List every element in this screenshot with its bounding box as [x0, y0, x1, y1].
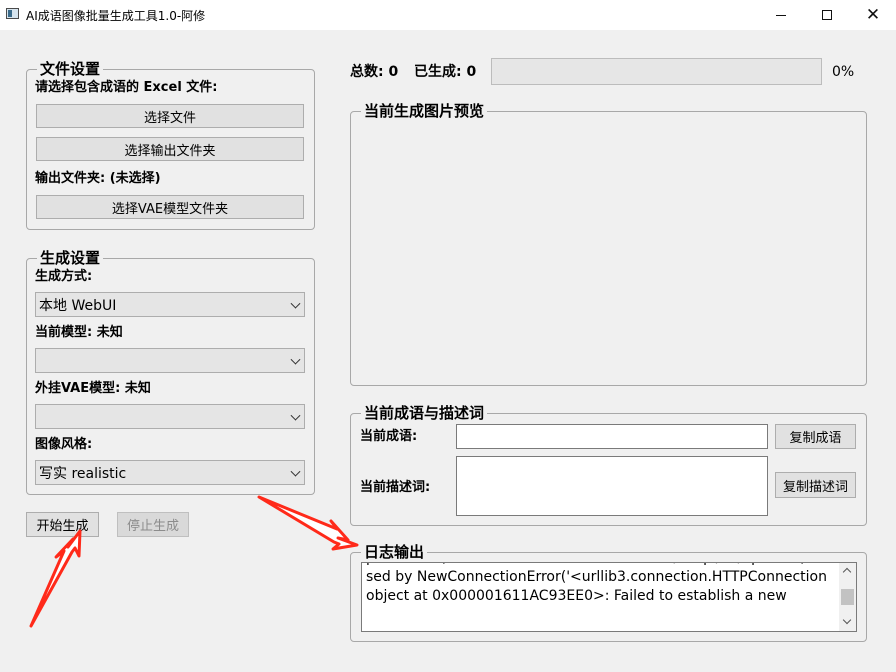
- vae-select[interactable]: [35, 404, 305, 429]
- minimize-icon: [776, 14, 786, 16]
- log-text: port=7860): Max retries exceeded with ur…: [366, 563, 831, 604]
- image-style-select[interactable]: 写实 realistic: [35, 460, 305, 485]
- annotation-arrow-start: [29, 529, 82, 628]
- scroll-down-icon[interactable]: [842, 615, 852, 625]
- progress-percent: 0%: [832, 64, 855, 80]
- maximize-icon: [822, 10, 832, 20]
- select-vae-folder-button[interactable]: 选择VAE模型文件夹: [36, 195, 304, 219]
- minimize-button[interactable]: [758, 0, 804, 30]
- gen-method-label: 生成方式:: [35, 269, 93, 284]
- gen-settings-title: 生成设置: [37, 248, 104, 268]
- select-excel-label: 请选择包含成语的 Excel 文件:: [35, 80, 218, 95]
- vae-model-label: 外挂VAE模型: 未知: [35, 381, 151, 396]
- current-model-label: 当前模型: 未知: [35, 325, 123, 340]
- gen-method-select[interactable]: 本地 WebUI: [35, 292, 305, 317]
- chevron-down-icon: [290, 298, 301, 309]
- close-button[interactable]: ✕: [850, 0, 896, 30]
- select-output-folder-button[interactable]: 选择输出文件夹: [36, 137, 304, 161]
- preview-group: 当前生成图片预览: [350, 101, 867, 386]
- select-file-button[interactable]: 选择文件: [36, 104, 304, 128]
- model-select[interactable]: [35, 348, 305, 373]
- log-scrollbar[interactable]: [839, 563, 856, 631]
- scroll-up-icon[interactable]: [842, 567, 852, 577]
- maximize-button[interactable]: [804, 0, 850, 30]
- file-settings-title: 文件设置: [37, 59, 104, 79]
- preview-title: 当前生成图片预览: [361, 101, 488, 121]
- scroll-thumb[interactable]: [841, 589, 854, 605]
- generated-count: 已生成: 0: [414, 64, 477, 80]
- close-icon: ✕: [865, 5, 881, 25]
- image-style-label: 图像风格:: [35, 437, 93, 452]
- idiom-group-title: 当前成语与描述词: [361, 403, 488, 423]
- copy-idiom-button[interactable]: 复制成语: [775, 424, 856, 449]
- progress-bar: [491, 58, 822, 85]
- window-title: AI成语图像批量生成工具1.0-阿修: [26, 9, 206, 23]
- copy-desc-button[interactable]: 复制描述词: [775, 472, 856, 498]
- total-count: 总数: 0: [350, 64, 399, 80]
- image-style-value: 写实 realistic: [39, 465, 127, 482]
- current-idiom-input[interactable]: [456, 424, 768, 449]
- gen-method-value: 本地 WebUI: [39, 297, 117, 314]
- annotation-arrow-log: [257, 495, 359, 551]
- chevron-down-icon: [290, 410, 301, 421]
- stop-button[interactable]: 停止生成: [117, 512, 189, 537]
- output-folder-label: 输出文件夹: (未选择): [35, 171, 161, 186]
- current-desc-label: 当前描述词:: [360, 480, 431, 495]
- title-bar: AI成语图像批量生成工具1.0-阿修 ✕: [0, 0, 896, 30]
- app-window-icon: [6, 8, 19, 19]
- current-idiom-label: 当前成语:: [360, 429, 418, 444]
- chevron-down-icon: [290, 354, 301, 365]
- log-title: 日志输出: [361, 542, 428, 562]
- start-button[interactable]: 开始生成: [26, 512, 99, 537]
- current-desc-textarea[interactable]: [456, 456, 768, 516]
- log-output[interactable]: port=7860): Max retries exceeded with ur…: [361, 562, 857, 632]
- chevron-down-icon: [290, 466, 301, 477]
